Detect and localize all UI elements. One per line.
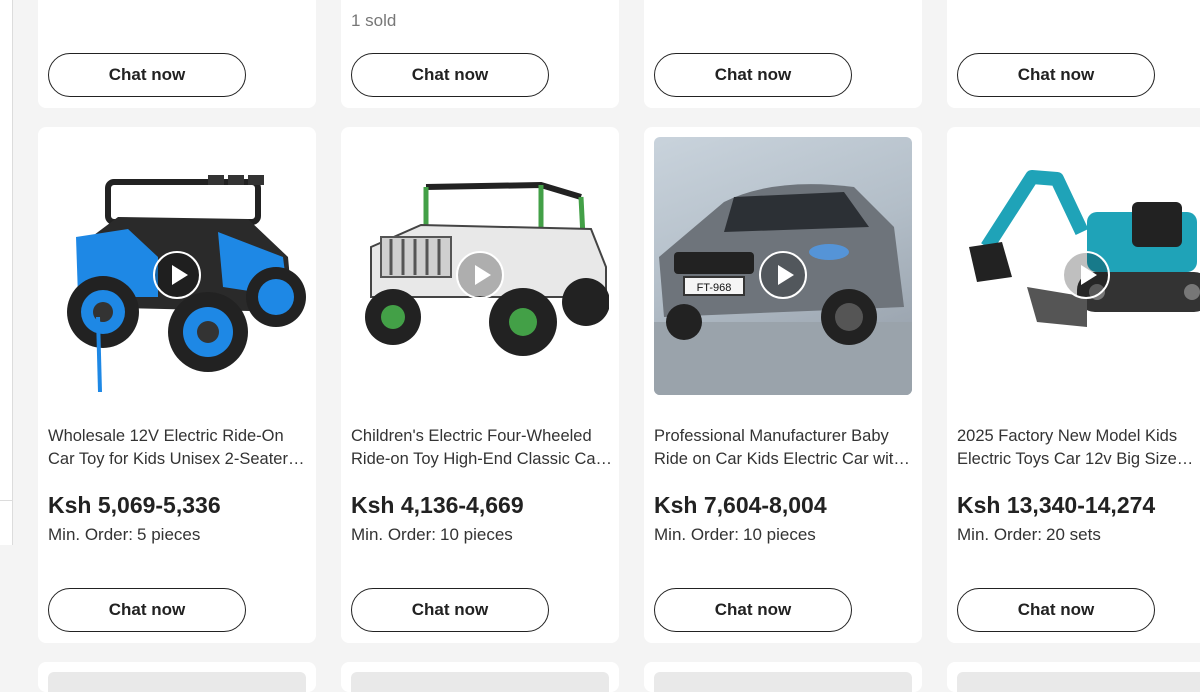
min-order-value: 10 pieces xyxy=(440,525,513,544)
chat-now-button[interactable]: Chat now xyxy=(351,588,549,632)
product-title-line: Professional Manufacturer Baby xyxy=(654,427,889,445)
product-title[interactable]: Children's Electric Four-Wheeled Ride-on… xyxy=(351,425,613,471)
product-price: Ksh 5,069-5,336 xyxy=(48,492,221,518)
product-card-bottom-2 xyxy=(341,662,619,692)
product-card[interactable]: Children's Electric Four-Wheeled Ride-on… xyxy=(341,127,619,643)
product-image[interactable] xyxy=(351,672,609,692)
product-card[interactable]: 2025 Factory New Model Kids Electric Toy… xyxy=(947,127,1200,643)
chat-now-button[interactable]: Chat now xyxy=(654,53,852,97)
min-order: Min. Order: 10 pieces xyxy=(654,525,816,545)
product-card-top-3: Chat now xyxy=(644,0,922,108)
product-card-bottom-1 xyxy=(38,662,316,692)
min-order: Min. Order: 5 pieces xyxy=(48,525,200,545)
product-image[interactable] xyxy=(48,137,306,395)
chat-now-button[interactable]: Chat now xyxy=(48,53,246,97)
play-video-icon[interactable] xyxy=(1062,251,1110,299)
min-order: Min. Order: 20 sets xyxy=(957,525,1101,545)
product-price: Ksh 13,340-14,274 xyxy=(957,492,1156,518)
play-video-icon[interactable] xyxy=(153,251,201,299)
product-title-line: 2025 Factory New Model Kids xyxy=(957,427,1178,445)
product-image[interactable] xyxy=(654,672,912,692)
product-title-line: Ride on Car Kids Electric Car wit… xyxy=(654,450,910,468)
min-order-value: 10 pieces xyxy=(743,525,816,544)
product-card[interactable]: Wholesale 12V Electric Ride-On Car Toy f… xyxy=(38,127,316,643)
product-title[interactable]: 2025 Factory New Model Kids Electric Toy… xyxy=(957,425,1200,471)
min-order-label: Min. Order: xyxy=(957,525,1043,544)
chat-now-button[interactable]: Chat now xyxy=(957,53,1155,97)
play-video-icon[interactable] xyxy=(456,251,504,299)
min-order-label: Min. Order: xyxy=(654,525,740,544)
product-image[interactable] xyxy=(48,672,306,692)
product-title-line: Electric Toys Car 12v Big Size… xyxy=(957,450,1194,468)
chat-now-button[interactable]: Chat now xyxy=(654,588,852,632)
left-panel-divider xyxy=(0,500,12,501)
product-price: Ksh 4,136-4,669 xyxy=(351,492,524,518)
product-title[interactable]: Wholesale 12V Electric Ride-On Car Toy f… xyxy=(48,425,310,471)
product-image[interactable] xyxy=(957,137,1200,395)
chat-now-button[interactable]: Chat now xyxy=(351,53,549,97)
product-card-top-4: Chat now xyxy=(947,0,1200,108)
chat-now-button[interactable]: Chat now xyxy=(957,588,1155,632)
left-panel-edge xyxy=(0,0,13,545)
product-card[interactable]: FT-968 Professional Manufacturer Baby Ri… xyxy=(644,127,922,643)
product-price: Ksh 7,604-8,004 xyxy=(654,492,827,518)
min-order-value: 20 sets xyxy=(1046,525,1101,544)
product-title-line: Car Toy for Kids Unisex 2-Seater… xyxy=(48,450,305,468)
product-image[interactable] xyxy=(351,137,609,395)
sold-count: 1 sold xyxy=(351,11,397,30)
product-card-top-1: Chat now xyxy=(38,0,316,108)
product-card-top-2: 1 sold Chat now xyxy=(341,0,619,108)
license-plate: FT-968 xyxy=(697,282,732,294)
product-title[interactable]: Professional Manufacturer Baby Ride on C… xyxy=(654,425,916,471)
play-video-icon[interactable] xyxy=(759,251,807,299)
product-image[interactable]: FT-968 xyxy=(654,137,912,395)
min-order-value: 5 pieces xyxy=(137,525,201,544)
min-order-label: Min. Order: xyxy=(351,525,437,544)
product-image[interactable] xyxy=(957,672,1200,692)
min-order-label: Min. Order: xyxy=(48,525,134,544)
product-title-line: Wholesale 12V Electric Ride-On xyxy=(48,427,284,445)
chat-now-button[interactable]: Chat now xyxy=(48,588,246,632)
min-order: Min. Order: 10 pieces xyxy=(351,525,513,545)
product-card-bottom-3 xyxy=(644,662,922,692)
product-title-line: Children's Electric Four-Wheeled xyxy=(351,427,592,445)
product-card-bottom-4 xyxy=(947,662,1200,692)
product-title-line: Ride-on Toy High-End Classic Ca… xyxy=(351,450,613,468)
